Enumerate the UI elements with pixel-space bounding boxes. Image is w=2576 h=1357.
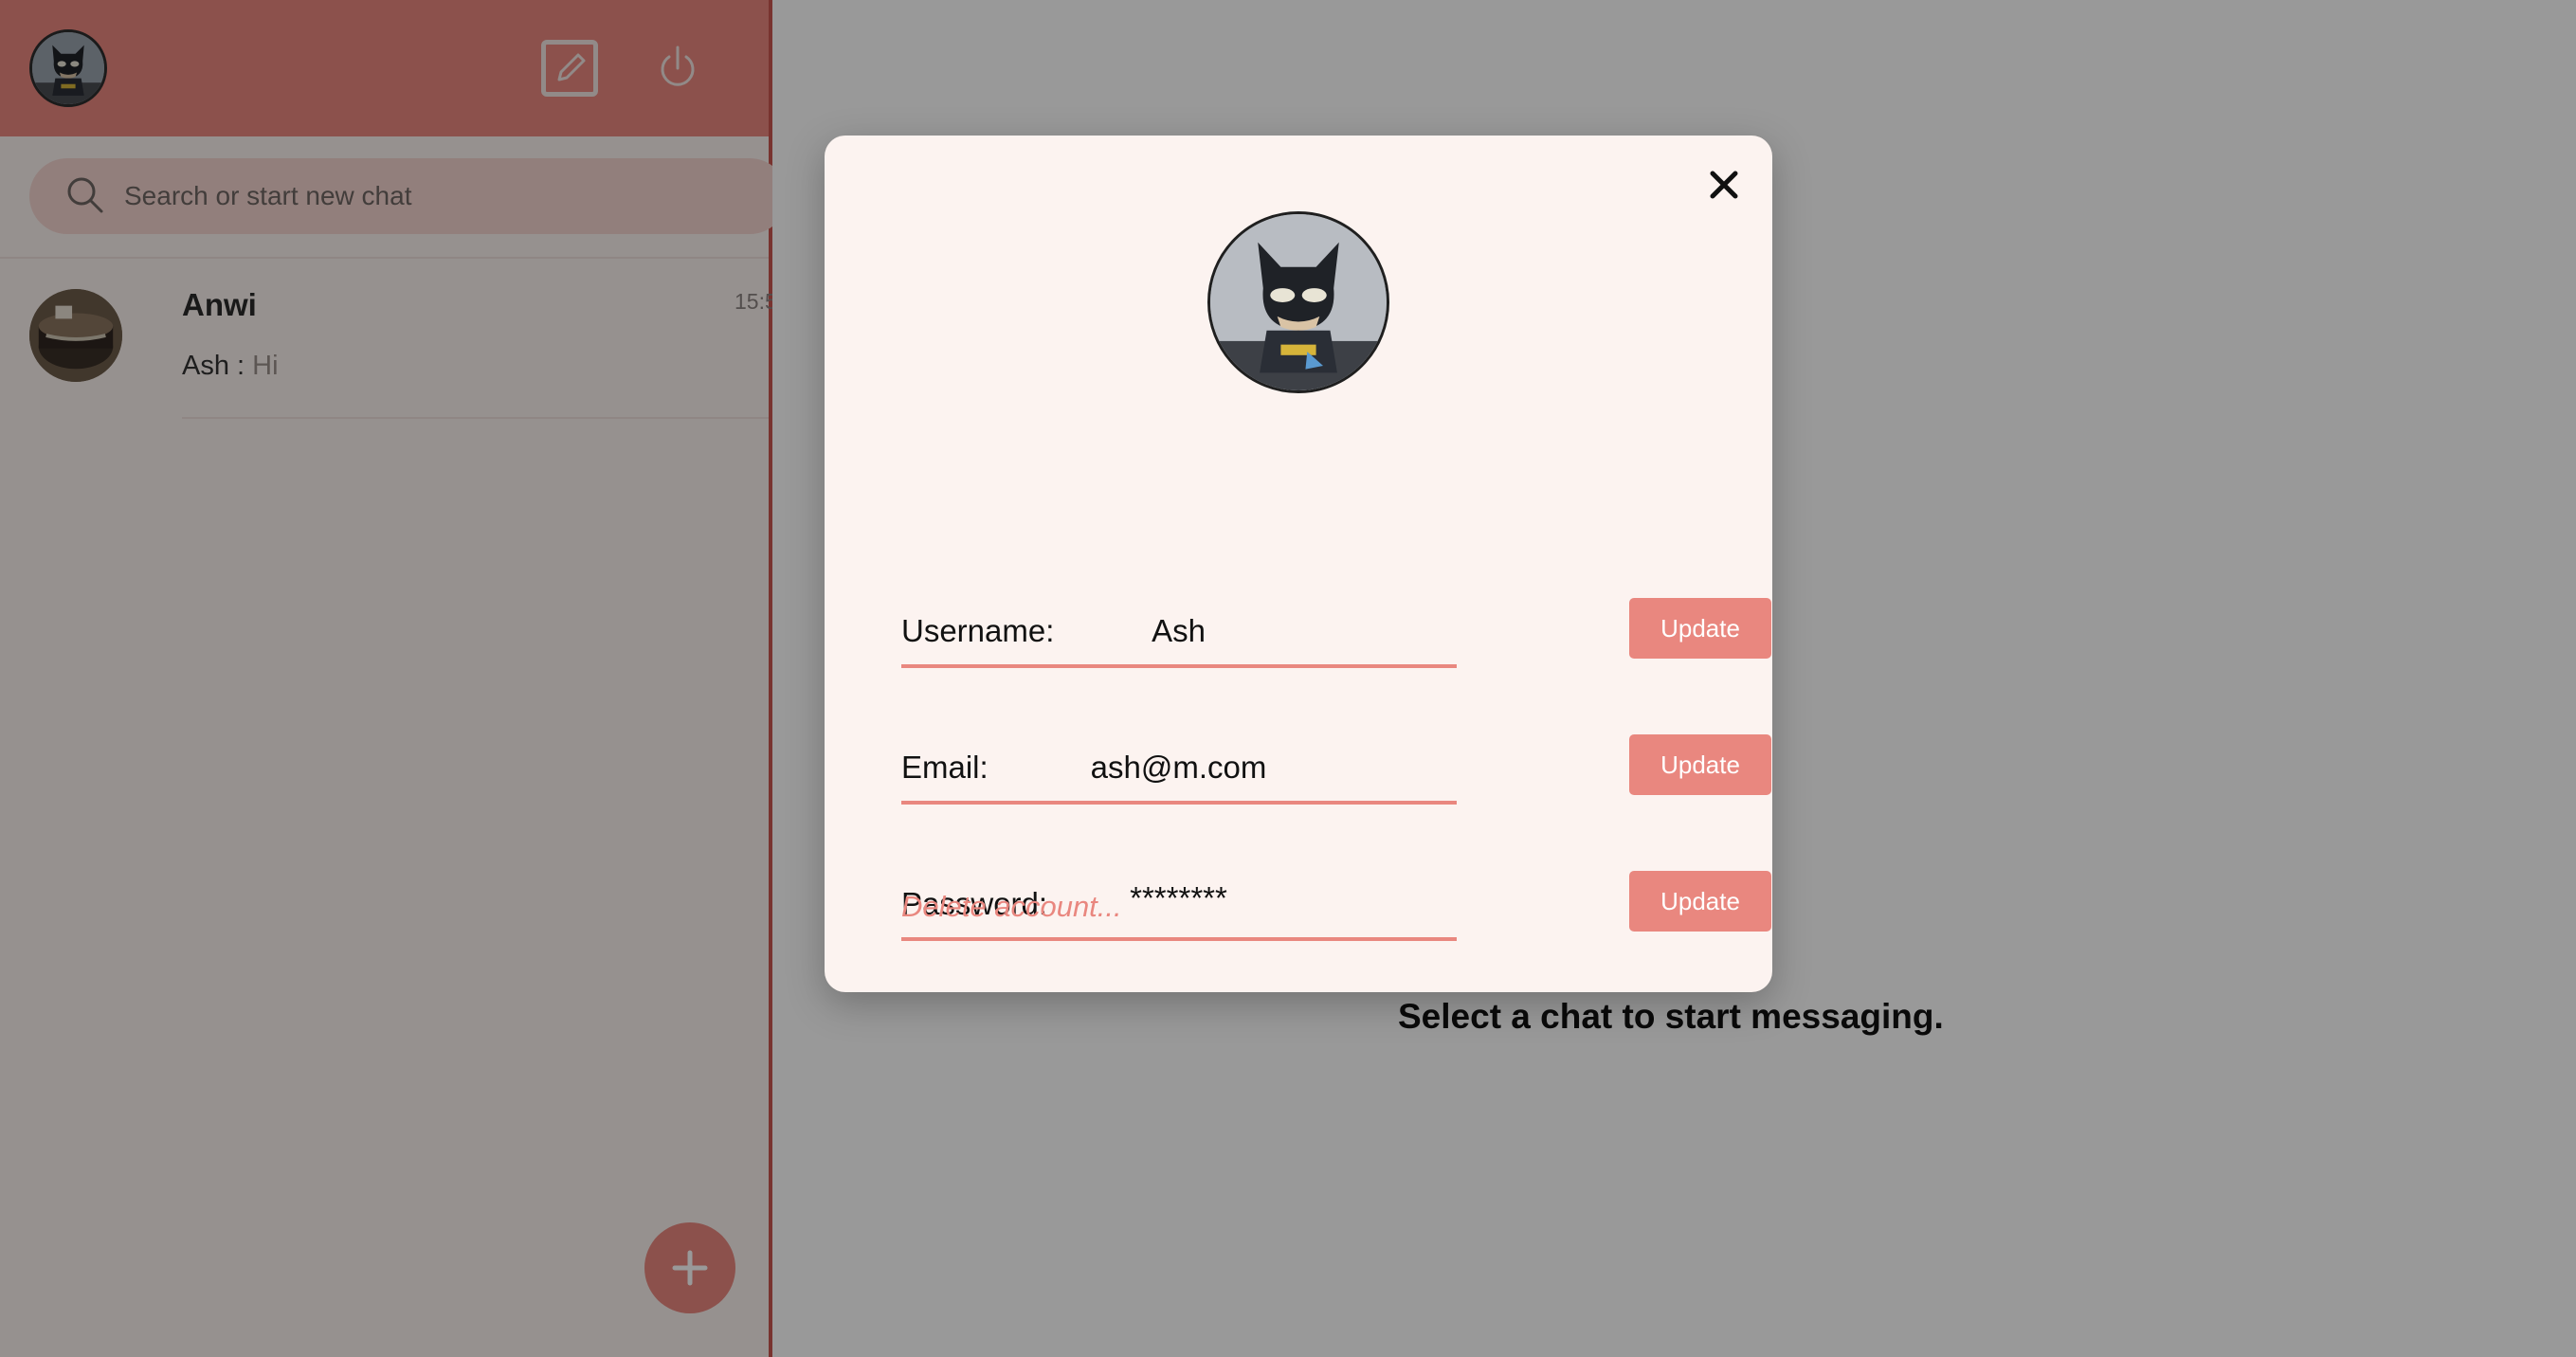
close-icon [1710,171,1738,199]
update-password-button[interactable]: Update [1629,871,1771,932]
batman-figure-avatar-icon [1210,214,1387,390]
username-row: Username: Ash Update [901,598,1771,674]
username-value[interactable]: Ash [901,613,1456,649]
profile-modal: Username: Ash Update Email: ash@m.com Up… [825,136,1772,992]
password-underline [901,937,1457,941]
username-underline [901,664,1457,668]
email-row: Email: ash@m.com Update [901,734,1771,810]
profile-avatar[interactable] [1207,211,1389,393]
delete-account-link[interactable]: Delete account... [901,890,1122,924]
update-username-button[interactable]: Update [1629,598,1771,659]
update-email-button[interactable]: Update [1629,734,1771,795]
email-underline [901,801,1457,805]
email-value[interactable]: ash@m.com [901,750,1456,786]
close-button[interactable] [1701,162,1747,208]
